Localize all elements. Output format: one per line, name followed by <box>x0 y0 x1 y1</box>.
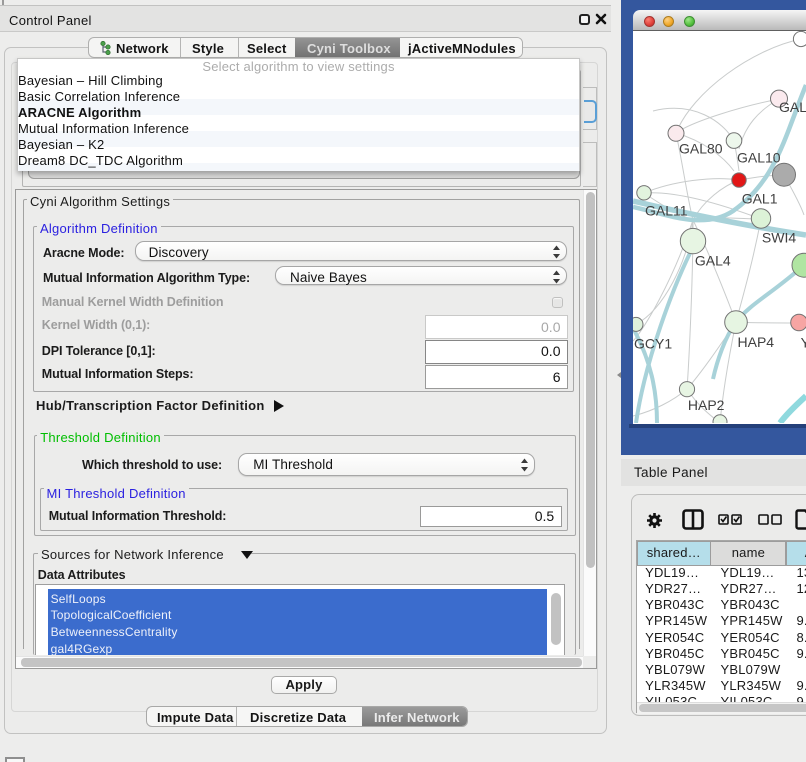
svg-text:GAL11: GAL11 <box>645 203 688 219</box>
svg-text:GAL4: GAL4 <box>695 252 731 268</box>
svg-text:GAL80: GAL80 <box>679 141 723 157</box>
svg-text:GAL10: GAL10 <box>737 150 781 166</box>
svg-text:HAP4: HAP4 <box>738 334 775 350</box>
svg-text:SWI4: SWI4 <box>762 230 796 246</box>
svg-text:GAL1: GAL1 <box>742 190 778 206</box>
svg-text:GAL: GAL <box>779 99 806 115</box>
svg-text:GCY1: GCY1 <box>634 336 672 352</box>
svg-text:HAP2: HAP2 <box>688 397 725 413</box>
svg-text:Y: Y <box>801 334 806 350</box>
